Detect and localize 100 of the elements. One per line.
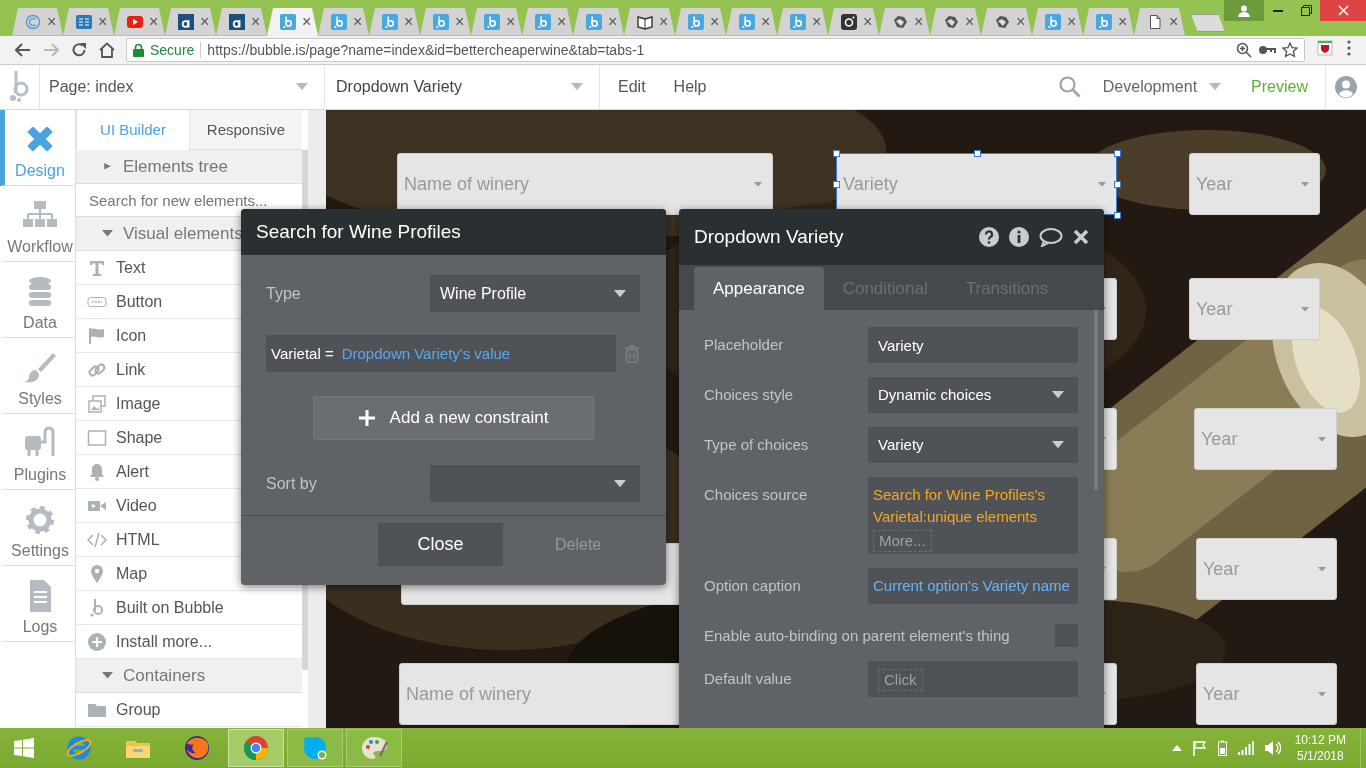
resize-handle[interactable]	[833, 181, 840, 188]
caret-icon	[1209, 83, 1222, 91]
tab-close-button[interactable]: ×	[1067, 13, 1077, 30]
star-icon[interactable]	[1282, 42, 1298, 58]
menu-item[interactable]: Edit	[618, 78, 646, 96]
zoom-icon[interactable]	[1236, 42, 1252, 58]
chevron-up-icon[interactable]	[1171, 745, 1182, 751]
text-field[interactable]: Variety	[868, 327, 1078, 363]
tab-close-button[interactable]: ×	[506, 13, 516, 30]
browser-tab[interactable]: ×	[522, 8, 573, 36]
tab-close-button[interactable]: ×	[659, 13, 669, 30]
tab-close-button[interactable]: ×	[302, 14, 312, 30]
taskbar-app[interactable]	[346, 729, 402, 767]
tab-close-button[interactable]: ×	[863, 13, 873, 30]
reload-icon[interactable]	[71, 42, 87, 58]
resize-handle[interactable]	[1114, 150, 1121, 157]
square-icon	[86, 427, 108, 448]
browser-tab[interactable]: ×	[981, 8, 1032, 36]
browser-tab[interactable]: ×	[318, 8, 369, 36]
search-icon[interactable]	[1058, 76, 1081, 98]
select-field[interactable]: Variety	[868, 427, 1078, 463]
more-button[interactable]: More...	[873, 530, 932, 552]
browser-tab[interactable]: ×	[420, 8, 471, 36]
sidebar-tab[interactable]: Design	[0, 110, 75, 186]
expression-field[interactable]: Current option's Variety name	[868, 568, 1078, 604]
shield-icon[interactable]	[1317, 40, 1333, 56]
browser-tab[interactable]: ×	[777, 8, 828, 36]
info-icon[interactable]	[1009, 227, 1029, 247]
tab-close-button[interactable]: ×	[455, 13, 465, 30]
resize-handle[interactable]	[1114, 212, 1121, 219]
tab-close-button[interactable]: ×	[98, 13, 108, 30]
battery-icon[interactable]	[1217, 740, 1227, 756]
browser-tab[interactable]: ×	[267, 8, 318, 36]
browser-tab[interactable]: ×	[828, 8, 879, 36]
browser-tab[interactable]: ×	[1032, 8, 1083, 36]
browser-tab[interactable]: ×	[1134, 8, 1185, 36]
browser-tab[interactable]: ×	[216, 8, 267, 36]
browser-tab[interactable]: ×	[165, 8, 216, 36]
tab-close-button[interactable]: ×	[761, 13, 771, 30]
help-icon[interactable]	[979, 227, 999, 247]
tab-close-button[interactable]: ×	[251, 13, 261, 30]
mode-dropdown[interactable]: Development	[1102, 65, 1222, 109]
back-arrow-icon[interactable]	[15, 43, 31, 57]
menu-icon[interactable]	[1347, 40, 1351, 56]
editor-tab[interactable]: Appearance	[694, 267, 824, 310]
browser-tab[interactable]: ×	[624, 8, 675, 36]
type-dropdown[interactable]: Wine Profile	[430, 275, 640, 312]
add-constraint-button[interactable]: Add a new constraint	[312, 396, 594, 440]
key-icon[interactable]	[1258, 44, 1276, 56]
tab-close-button[interactable]: ×	[149, 13, 159, 30]
comment-icon[interactable]	[1039, 227, 1063, 247]
browser-tab[interactable]: ×	[12, 8, 63, 36]
signal-icon[interactable]	[1237, 741, 1254, 755]
section-header[interactable]: Containers	[76, 659, 302, 693]
browser-tab[interactable]: ×	[471, 8, 522, 36]
tab-close-button[interactable]: ×	[557, 13, 567, 30]
resize-handle[interactable]	[833, 150, 840, 157]
browser-tab[interactable]: ×	[573, 8, 624, 36]
close-button[interactable]: Close	[378, 523, 503, 566]
value-field[interactable]: Click	[868, 661, 1078, 697]
tab-close-button[interactable]: ×	[1016, 13, 1026, 30]
browser-tab[interactable]: ×	[63, 8, 114, 36]
tab-close-button[interactable]: ×	[200, 13, 210, 30]
chrome-icon	[242, 734, 270, 762]
windows-icon[interactable]	[14, 738, 34, 758]
tab-close-button[interactable]: ×	[404, 13, 414, 30]
tab-close-button[interactable]: ×	[47, 13, 57, 30]
browser-tab[interactable]: ×	[675, 8, 726, 36]
tab-close-button[interactable]: ×	[608, 13, 618, 30]
close-icon[interactable]	[1073, 229, 1089, 245]
preview-link[interactable]: Preview	[1251, 65, 1326, 109]
flag-icon[interactable]	[1192, 740, 1207, 756]
browser-tab[interactable]: ×	[930, 8, 981, 36]
avatar-icon[interactable]	[1335, 76, 1357, 98]
section-header[interactable]: Elements tree	[76, 150, 302, 184]
tab-close-button[interactable]: ×	[1118, 13, 1128, 30]
tab-close-button[interactable]: ×	[353, 13, 363, 30]
tab-close-button[interactable]: ×	[812, 13, 822, 30]
panel-tab[interactable]: Responsive	[189, 110, 302, 150]
select-field[interactable]: Dynamic choices	[868, 377, 1078, 413]
tab-close-button[interactable]: ×	[914, 13, 924, 30]
clock-date[interactable]: 5/1/2018	[1296, 748, 1344, 764]
home-icon[interactable]	[98, 42, 116, 58]
dynamic-expression[interactable]: Dropdown Variety's value	[341, 345, 511, 362]
browser-tab[interactable]: ×	[114, 8, 165, 36]
tab-close-button[interactable]: ×	[1169, 13, 1179, 30]
browser-tab[interactable]: ×	[1083, 8, 1134, 36]
address-bar[interactable]: Secure https://bubble.is/page?name=index&id=bettercheaperwine&tab=tabs-1	[126, 38, 1305, 62]
menu-item[interactable]: Help	[673, 78, 707, 96]
browser-tab[interactable]: ×	[369, 8, 420, 36]
browser-tab[interactable]: ×	[879, 8, 930, 36]
resize-handle[interactable]	[973, 150, 981, 157]
taskbar-app[interactable]	[228, 729, 284, 767]
tab-close-button[interactable]: ×	[965, 13, 975, 30]
speaker-icon[interactable]	[1264, 741, 1281, 755]
placeholder-chip[interactable]: Click	[878, 669, 923, 691]
browser-tab[interactable]: ×	[726, 8, 777, 36]
expression-field[interactable]: Search for Wine Profiles's Varietal:unique elements More...	[868, 477, 1078, 554]
tab-close-button[interactable]: ×	[710, 13, 720, 30]
resize-handle[interactable]	[1114, 181, 1121, 188]
